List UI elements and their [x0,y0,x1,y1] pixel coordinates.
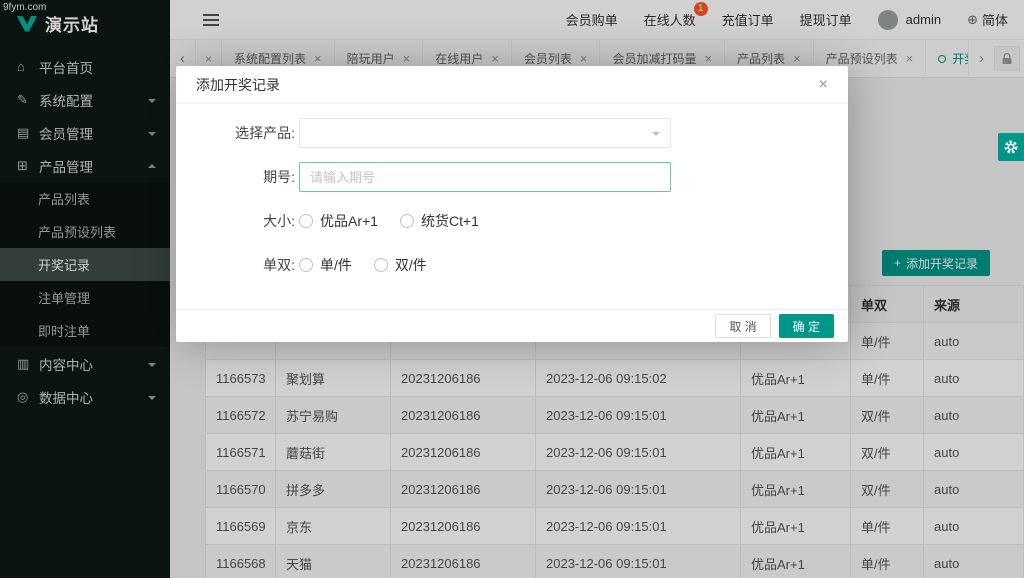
confirm-button[interactable]: 确 定 [778,314,834,338]
parity-label: 单双: [263,257,295,273]
size-radio-regular[interactable]: 统货Ct+1 [399,211,479,231]
gear-icon [1004,140,1018,154]
modal-close-icon[interactable]: × [819,76,828,93]
radio-icon [373,258,388,272]
radio-icon [299,214,313,228]
product-label: 选择产品: [235,125,295,141]
size-row: 大小: 优品Ar+1 统货Ct+1 [176,206,848,236]
modal-header: 添加开奖记录 × [176,66,848,104]
size-label: 大小: [263,213,295,229]
add-record-modal: 添加开奖记录 × 选择产品: 期号: 大小: 优品Ar+1 [176,66,848,342]
settings-fab[interactable] [998,133,1024,161]
radio-icon [399,214,414,228]
parity-row: 单双: 单/件 双/件 [176,250,848,280]
product-select[interactable] [299,118,671,148]
modal-body: 选择产品: 期号: 大小: 优品Ar+1 统货Ct+ [176,104,848,280]
modal-title: 添加开奖记录 [196,76,280,93]
size-option-label: 统货Ct+1 [420,213,479,229]
parity-option-label: 单/件 [320,257,352,273]
chevron-down-icon [652,132,660,140]
parity-option-label: 双/件 [394,257,427,273]
product-row: 选择产品: [176,118,848,148]
modal-footer: 取 消 确 定 [176,309,848,342]
parity-radio-odd[interactable]: 单/件 [299,255,352,275]
issue-row: 期号: [176,162,848,192]
issue-input[interactable] [299,162,671,192]
radio-icon [299,258,313,272]
size-option-label: 优品Ar+1 [320,213,378,229]
parity-radio-even[interactable]: 双/件 [373,255,427,275]
cancel-button[interactable]: 取 消 [715,314,771,338]
issue-label: 期号: [263,169,295,185]
size-radio-premium[interactable]: 优品Ar+1 [299,211,378,231]
